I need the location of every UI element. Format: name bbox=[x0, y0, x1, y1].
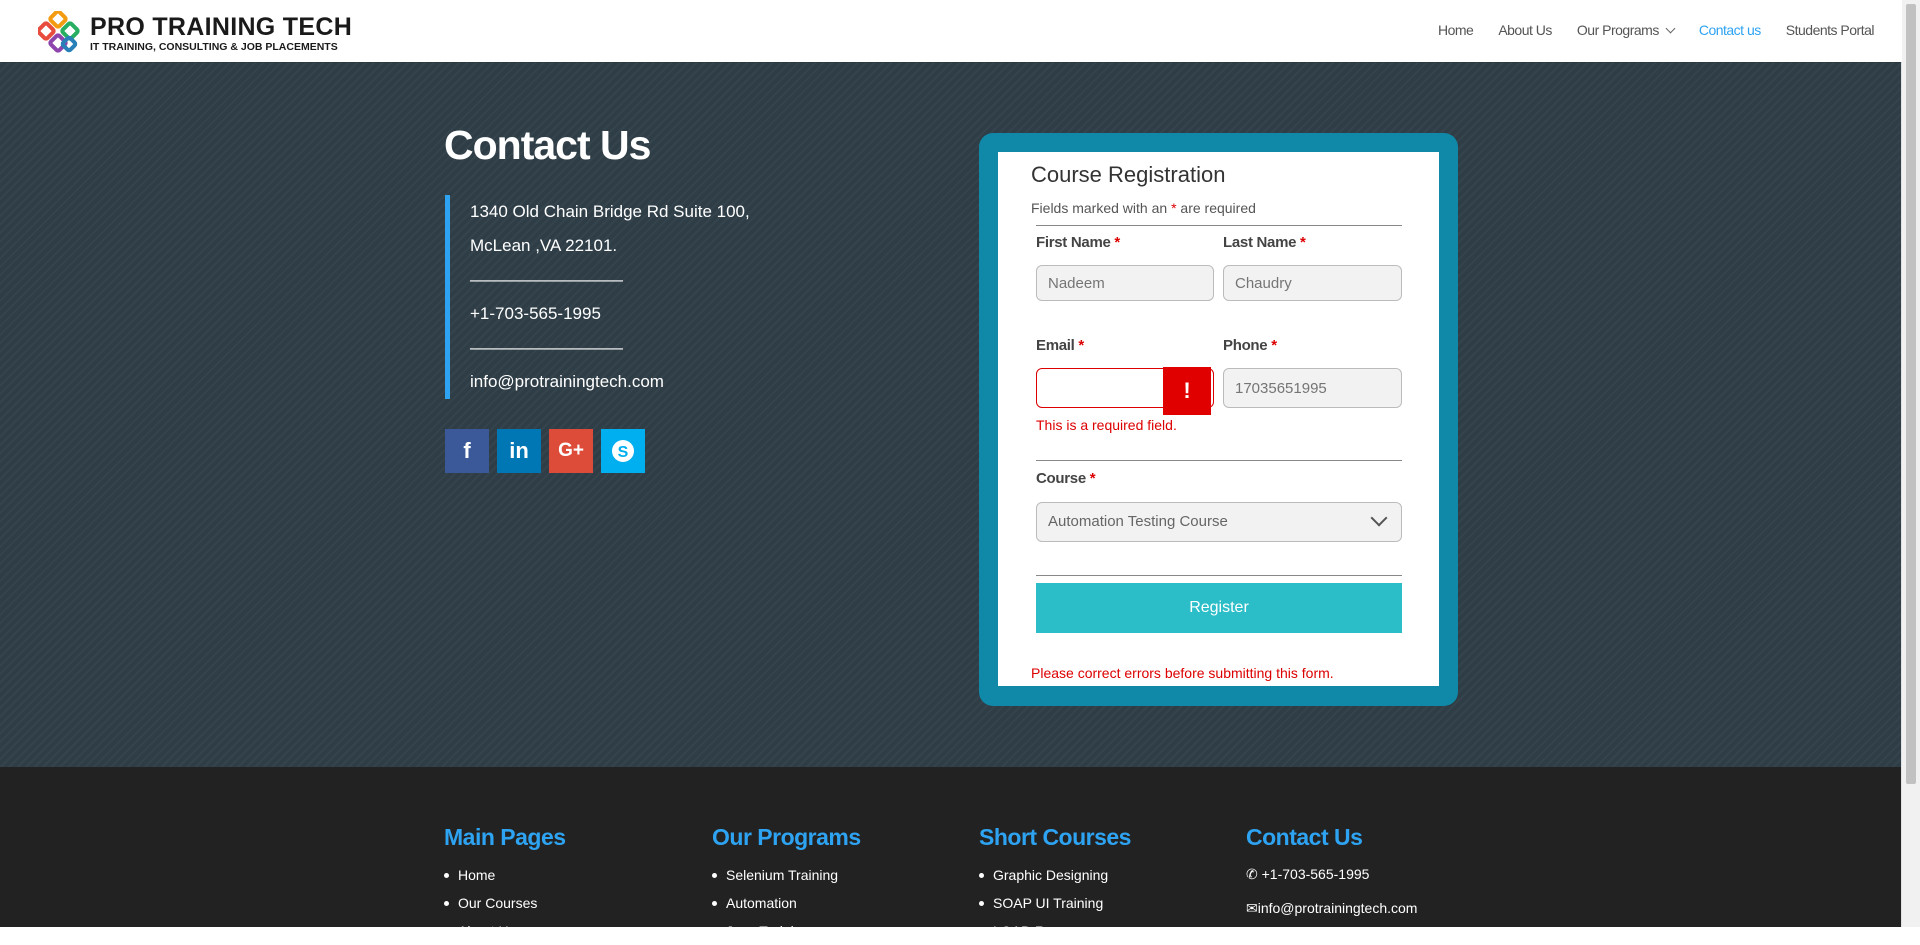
address-line-1: 1340 Old Chain Bridge Rd Suite 100, bbox=[470, 202, 750, 221]
chevron-down-icon bbox=[1665, 23, 1676, 33]
logo-name: PRO TRAINING TECH bbox=[90, 13, 353, 42]
registration-form: Course Registration Fields marked with a… bbox=[998, 152, 1439, 686]
footer-heading: Contact Us bbox=[1246, 824, 1363, 850]
footer-email[interactable]: ✉info@protrainingtech.com bbox=[1246, 891, 1417, 925]
phone-label-text: Phone bbox=[1223, 337, 1268, 354]
phone-label: Phone * bbox=[1223, 337, 1277, 354]
footer-heading: Our Programs bbox=[712, 824, 861, 850]
first-name-input[interactable] bbox=[1036, 265, 1214, 301]
email-error-message: This is a required field. bbox=[1036, 417, 1177, 433]
social-links: f in G+ S bbox=[445, 429, 645, 473]
course-select-value: Automation Testing Course bbox=[1048, 513, 1228, 530]
nav-students-portal[interactable]: Students Portal bbox=[1786, 22, 1875, 38]
error-flag-icon: ! bbox=[1163, 367, 1211, 415]
footer-phone-text: +1-703-565-1995 bbox=[1261, 866, 1370, 882]
linkedin-icon[interactable]: in bbox=[497, 429, 541, 473]
address-divider: ————————— bbox=[470, 338, 623, 357]
footer-link[interactable]: About Us bbox=[444, 917, 566, 945]
nav-our-programs[interactable]: Our Programs bbox=[1576, 22, 1676, 38]
nav-home[interactable]: Home bbox=[1438, 22, 1474, 38]
required-star: * bbox=[1089, 470, 1096, 487]
site-logo[interactable]: PRO TRAINING TECH IT TRAINING, CONSULTIN… bbox=[36, 9, 353, 57]
note-prefix: Fields marked with an bbox=[1031, 200, 1168, 216]
envelope-icon: ✉ bbox=[1246, 900, 1258, 916]
footer-link[interactable]: SOAP UI Training bbox=[979, 889, 1131, 917]
address-line-2: McLean ,VA 22101. bbox=[470, 236, 618, 255]
required-star: * bbox=[1300, 234, 1306, 251]
nav-contact-us[interactable]: Contact us bbox=[1699, 22, 1761, 38]
contact-email[interactable]: info@protrainingtech.com bbox=[470, 365, 750, 399]
nav-about-us[interactable]: About Us bbox=[1498, 22, 1552, 38]
footer-heading: Short Courses bbox=[979, 824, 1131, 850]
site-header: PRO TRAINING TECH IT TRAINING, CONSULTIN… bbox=[0, 0, 1902, 62]
footer-phone: ✆ +1-703-565-1995 bbox=[1246, 857, 1417, 891]
address-block: 1340 Old Chain Bridge Rd Suite 100, McLe… bbox=[445, 195, 750, 399]
required-star: * bbox=[1078, 337, 1084, 354]
email-label-text: Email bbox=[1036, 337, 1075, 354]
facebook-icon[interactable]: f bbox=[445, 429, 489, 473]
google-plus-icon[interactable]: G+ bbox=[549, 429, 593, 473]
contact-phone: +1-703-565-1995 bbox=[470, 304, 601, 323]
footer-link[interactable]: LOAD Runner bbox=[979, 917, 1131, 945]
footer-link[interactable]: Home bbox=[444, 861, 566, 889]
scrollbar-thumb[interactable] bbox=[1906, 4, 1916, 784]
course-label-text: Course bbox=[1036, 470, 1086, 487]
course-select[interactable]: Automation Testing Course bbox=[1036, 502, 1402, 542]
first-name-label-text: First Name bbox=[1036, 234, 1111, 251]
form-title: Course Registration bbox=[1031, 162, 1226, 187]
last-name-label-text: Last Name bbox=[1223, 234, 1297, 251]
required-star: * bbox=[1271, 337, 1277, 354]
last-name-input[interactable] bbox=[1223, 265, 1402, 301]
site-footer: Main Pages Home Our Courses About Us Our… bbox=[0, 767, 1902, 939]
required-star: * bbox=[1171, 200, 1177, 216]
course-label: Course * bbox=[1036, 470, 1096, 487]
phone-input[interactable] bbox=[1223, 368, 1402, 408]
main-nav: Home About Us Our Programs Contact us St… bbox=[1413, 22, 1875, 38]
last-name-label: Last Name * bbox=[1223, 234, 1306, 251]
svg-text:S: S bbox=[618, 444, 629, 461]
logo-mark-icon bbox=[36, 9, 84, 57]
register-button[interactable]: Register bbox=[1036, 583, 1402, 633]
divider bbox=[1036, 225, 1402, 226]
registration-form-frame: Course Registration Fields marked with a… bbox=[979, 133, 1458, 706]
footer-link[interactable]: Automation bbox=[712, 889, 861, 917]
page-title: Contact Us bbox=[444, 122, 651, 168]
nav-our-programs-label: Our Programs bbox=[1576, 22, 1659, 38]
address-divider: ————————— bbox=[470, 270, 623, 289]
footer-link[interactable]: Our Courses bbox=[444, 889, 566, 917]
footer-email-text: info@protrainingtech.com bbox=[1257, 900, 1418, 916]
footer-contact: Contact Us ✆ +1-703-565-1995 ✉info@protr… bbox=[1246, 824, 1417, 925]
note-suffix: are required bbox=[1180, 200, 1256, 216]
footer-link[interactable]: Selenium Training bbox=[712, 861, 861, 889]
email-label: Email * bbox=[1036, 337, 1084, 354]
contact-section: Contact Us 1340 Old Chain Bridge Rd Suit… bbox=[0, 62, 1902, 767]
divider bbox=[1036, 460, 1402, 461]
divider bbox=[1036, 575, 1402, 576]
first-name-label: First Name * bbox=[1036, 234, 1120, 251]
footer-link[interactable]: Java Training bbox=[712, 917, 861, 945]
page-scrollbar[interactable] bbox=[1901, 0, 1920, 927]
logo-tagline: IT TRAINING, CONSULTING & JOB PLACEMENTS bbox=[90, 41, 338, 54]
phone-icon: ✆ bbox=[1246, 866, 1258, 882]
required-star: * bbox=[1114, 234, 1120, 251]
footer-link[interactable]: Graphic Designing bbox=[979, 861, 1131, 889]
footer-heading: Main Pages bbox=[444, 824, 566, 850]
form-required-note: Fields marked with an * are required bbox=[1031, 200, 1256, 216]
form-error-message: Please correct errors before submitting … bbox=[1031, 665, 1334, 681]
skype-icon[interactable]: S bbox=[601, 429, 645, 473]
chevron-down-icon bbox=[1370, 509, 1388, 527]
